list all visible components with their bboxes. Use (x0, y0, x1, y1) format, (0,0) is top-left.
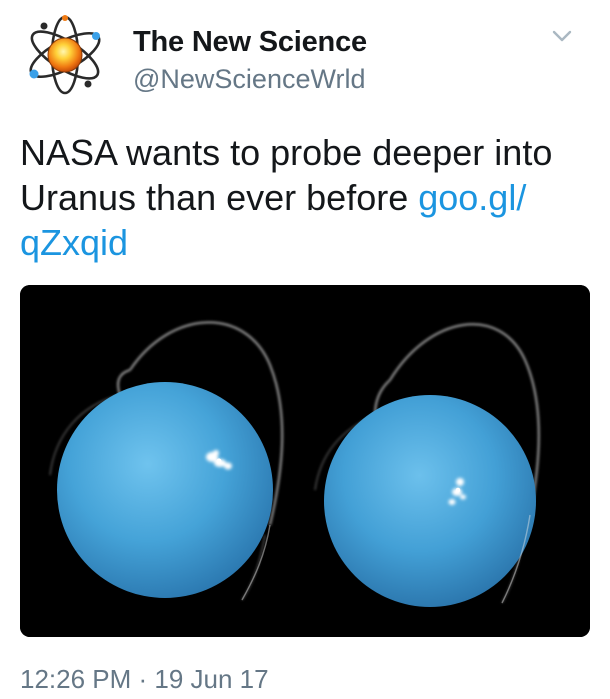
avatar[interactable] (22, 12, 108, 98)
tweet-timestamp[interactable]: 12:26 PM · 19 Jun 17 (20, 664, 269, 695)
author-name[interactable]: The New Science (133, 26, 367, 59)
author-handle[interactable]: @NewScienceWrld (133, 64, 365, 95)
tweet-link-part2: qZxqid (20, 222, 129, 263)
tweet-menu-button[interactable] (548, 26, 576, 46)
uranus-aurora-photo (20, 285, 590, 637)
tweet-text: NASA wants to probe deeper into Uranus t… (20, 130, 595, 265)
tweet: The New Science @NewScienceWrld NASA wan… (0, 0, 610, 699)
chevron-down-icon (552, 30, 572, 42)
atom-logo-icon (29, 15, 101, 95)
tweet-link-part1: goo.gl/ (418, 177, 527, 218)
tweet-media[interactable] (20, 285, 590, 637)
